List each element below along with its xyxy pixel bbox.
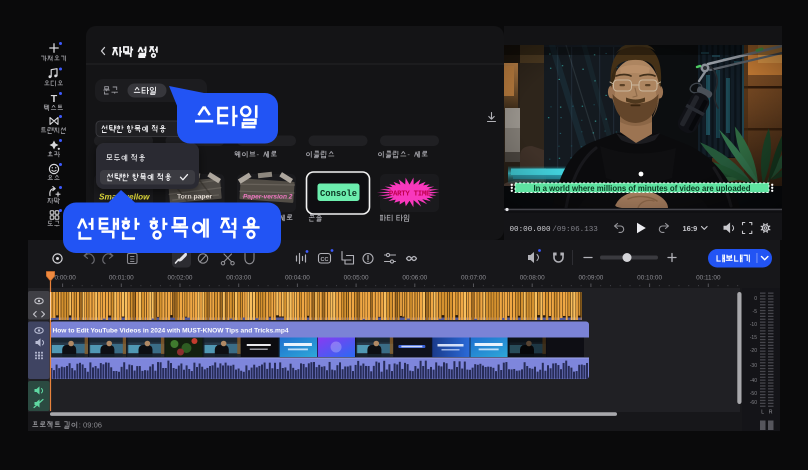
svg-text:00:07:00: 00:07:00	[461, 275, 486, 282]
svg-text:0: 0	[754, 296, 757, 302]
svg-text:Torn paper: Torn paper	[177, 193, 212, 200]
svg-text:CC: CC	[321, 257, 329, 263]
svg-text:-15: -15	[750, 335, 757, 341]
svg-text:How to Edit YouTube Videos in: How to Edit YouTube Videos in 2024 with …	[53, 328, 289, 335]
svg-text:Paper-version 2: Paper-version 2	[243, 193, 293, 200]
svg-text:-60: -60	[750, 400, 757, 406]
svg-text:-5: -5	[753, 309, 758, 315]
svg-text:00:04:00: 00:04:00	[285, 275, 310, 282]
svg-text:16:9: 16:9	[683, 224, 698, 233]
svg-text:/09:06.133: /09:06.133	[552, 226, 598, 234]
svg-text:-50: -50	[750, 391, 757, 397]
svg-text:-10: -10	[750, 322, 757, 328]
svg-text:Console: Console	[320, 189, 357, 199]
svg-text:00:03:00: 00:03:00	[226, 275, 251, 282]
svg-text:00:00.000: 00:00.000	[510, 226, 551, 234]
svg-text:: 09:06: : 09:06	[79, 421, 102, 430]
svg-text:-20: -20	[750, 348, 757, 354]
svg-text:L: L	[761, 410, 764, 416]
svg-text:00:06:00: 00:06:00	[402, 275, 427, 282]
svg-text:T: T	[51, 93, 58, 105]
svg-text:00:10:00: 00:10:00	[637, 275, 662, 282]
svg-text:00:02:00: 00:02:00	[168, 275, 193, 282]
svg-text:PARTY TIME: PARTY TIME	[389, 190, 431, 198]
svg-text:0:00:00: 0:00:00	[55, 275, 77, 282]
svg-text:In a world where millions of m: In a world where millions of minutes of …	[533, 184, 750, 193]
svg-text:R: R	[769, 410, 773, 416]
svg-text:00:09:00: 00:09:00	[578, 275, 603, 282]
svg-text:-40: -40	[750, 378, 757, 384]
svg-text:00:05:00: 00:05:00	[344, 275, 369, 282]
svg-text:-30: -30	[750, 363, 757, 369]
svg-text:00:08:00: 00:08:00	[520, 275, 545, 282]
svg-text:00:01:00: 00:01:00	[109, 275, 134, 282]
svg-text:00:11:00: 00:11:00	[696, 275, 721, 282]
